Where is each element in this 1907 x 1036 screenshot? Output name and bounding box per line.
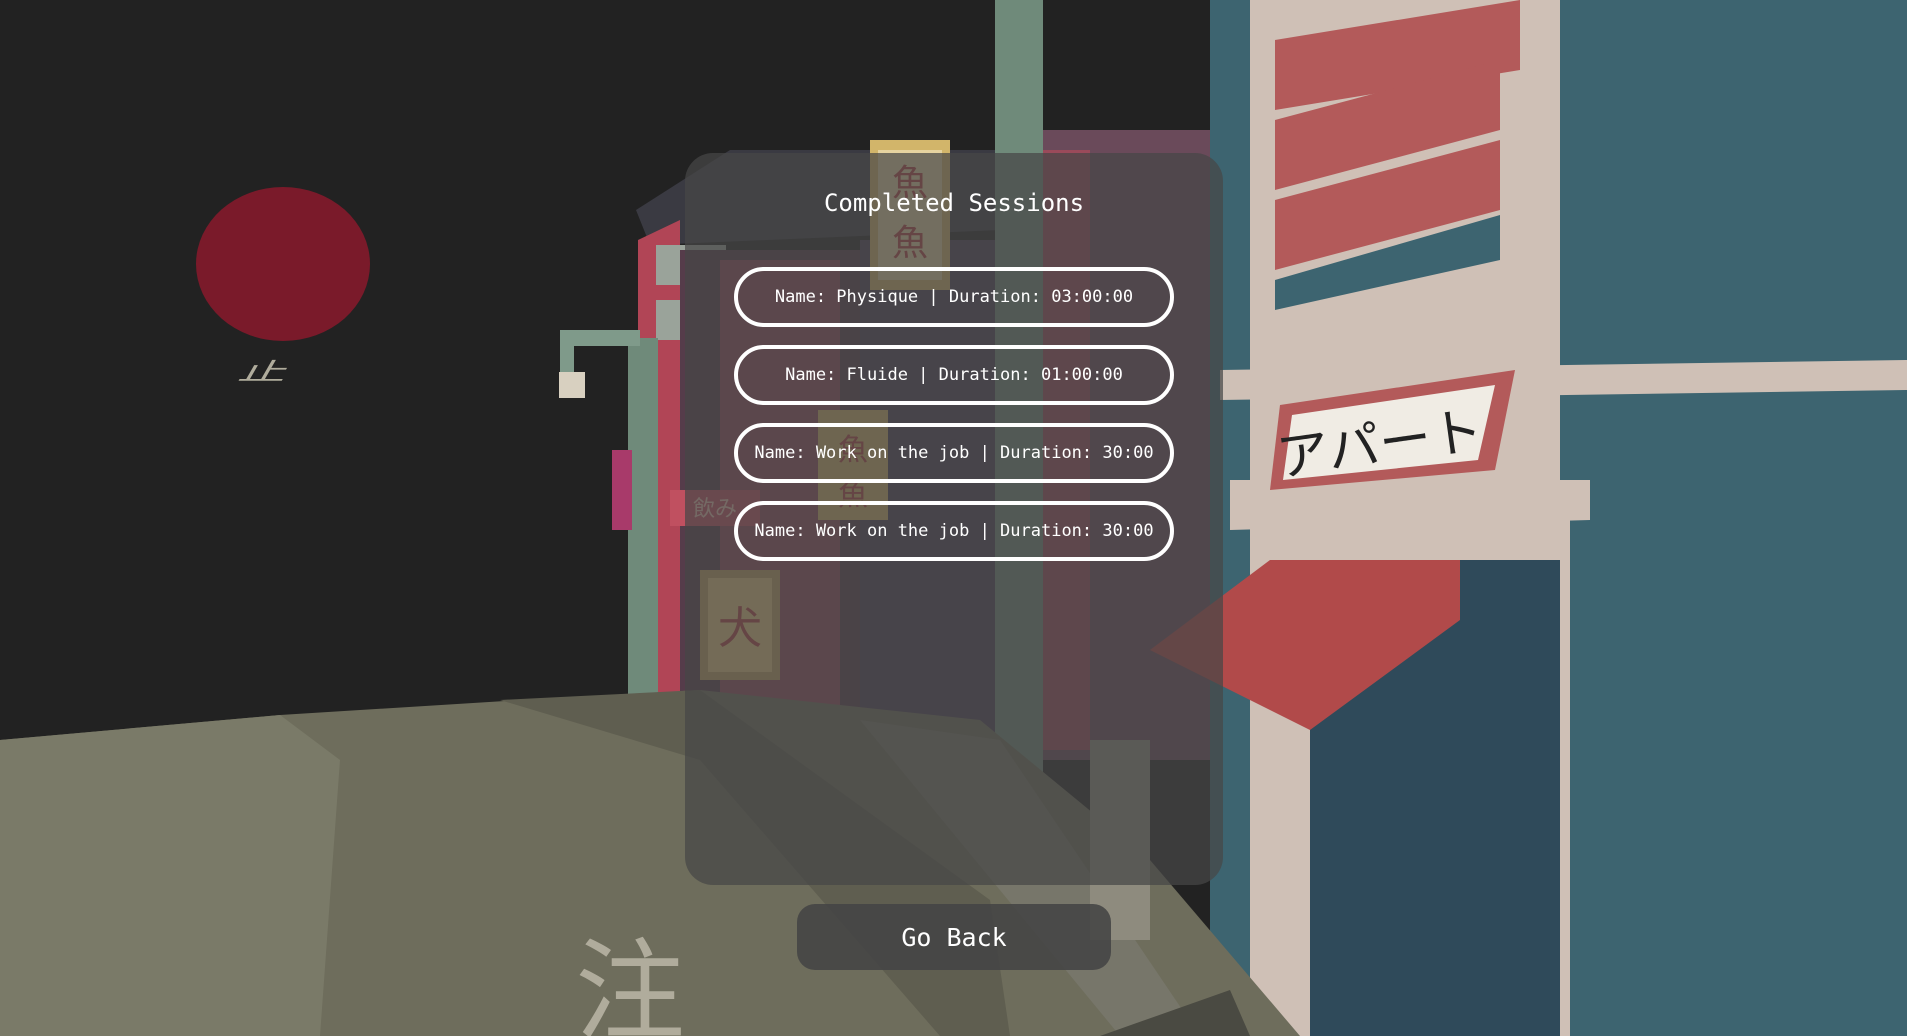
moon xyxy=(196,187,370,341)
session-list: Name: Physique | Duration: 03:00:00 Name… xyxy=(734,267,1174,579)
completed-sessions-panel: Completed Sessions Name: Physique | Dura… xyxy=(685,153,1223,885)
drink-sign xyxy=(612,450,632,530)
road-marking-2: 注 xyxy=(575,928,685,1036)
session-item[interactable]: Name: Work on the job | Duration: 30:00 xyxy=(734,501,1174,561)
session-item[interactable]: Name: Work on the job | Duration: 30:00 xyxy=(734,423,1174,483)
session-item[interactable]: Name: Fluide | Duration: 01:00:00 xyxy=(734,345,1174,405)
session-item[interactable]: Name: Physique | Duration: 03:00:00 xyxy=(734,267,1174,327)
street-lamp-pole xyxy=(628,338,658,718)
panel-title: Completed Sessions xyxy=(823,189,1085,217)
go-back-button[interactable]: Go Back xyxy=(797,904,1111,970)
